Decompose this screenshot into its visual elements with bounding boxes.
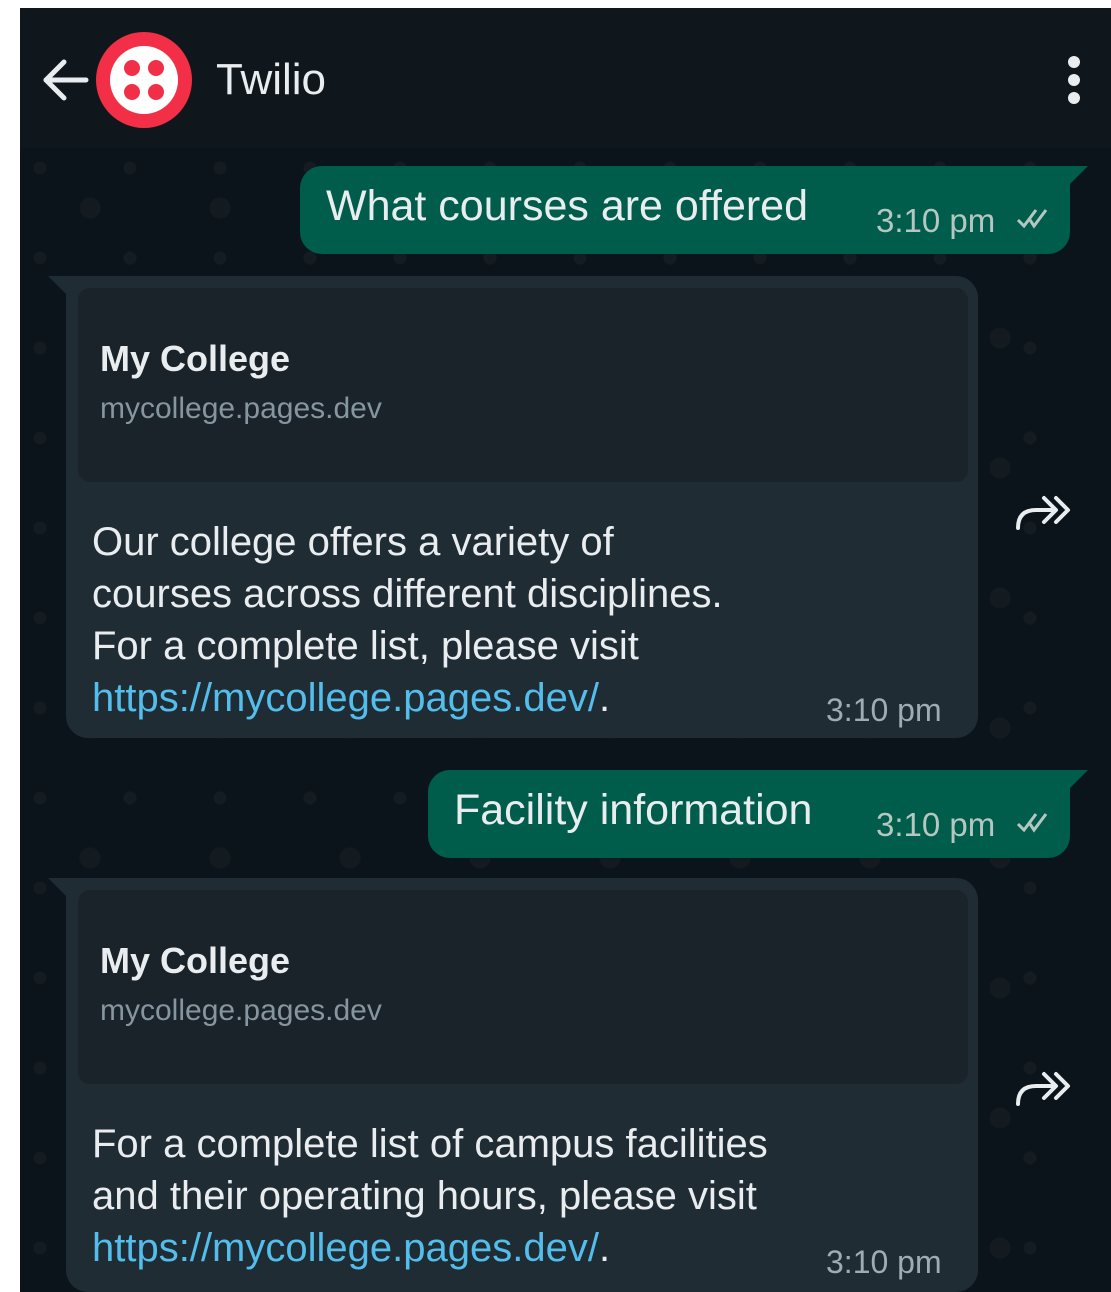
outgoing-message[interactable]: What courses are offered 3:10 pm	[300, 166, 1088, 254]
message-time: 3:10 pm	[876, 202, 996, 239]
back-button[interactable]	[40, 56, 92, 104]
read-receipt-icon	[1016, 813, 1048, 833]
message-text: Facility information	[454, 786, 813, 834]
message-time: 3:10 pm	[826, 1244, 942, 1280]
incoming-message[interactable]: My College mycollege.pages.dev For a com…	[48, 878, 978, 1292]
message-line: For a complete list of campus facilities	[92, 1122, 768, 1166]
forward-button[interactable]	[1012, 488, 1076, 536]
link-preview-domain: mycollege.pages.dev	[100, 392, 382, 425]
forward-button[interactable]	[1012, 1064, 1076, 1112]
link-preview-title: My College	[100, 940, 291, 981]
message-text: What courses are offered	[326, 182, 809, 230]
outgoing-message[interactable]: Facility information 3:10 pm	[428, 770, 1088, 858]
more-options-button[interactable]	[1054, 52, 1094, 108]
read-receipt-icon	[1016, 209, 1048, 229]
message-link[interactable]: https://mycollege.pages.dev/	[92, 1226, 599, 1270]
link-suffix: .	[598, 676, 611, 720]
message-line: and their operating hours, please visit	[92, 1174, 757, 1218]
forward-icon	[1016, 1072, 1070, 1106]
chat-header: Twilio	[20, 8, 1111, 148]
incoming-message[interactable]: My College mycollege.pages.dev Our colle…	[48, 276, 978, 738]
link-preview-title: My College	[100, 338, 291, 379]
message-line: For a complete list, please visit	[92, 624, 639, 668]
message-time: 3:10 pm	[826, 692, 942, 728]
contact-name[interactable]: Twilio	[216, 52, 326, 108]
message-line: Our college offers a variety of	[92, 520, 614, 564]
message-list[interactable]: What courses are offered 3:10 pm My Coll…	[20, 148, 1111, 1292]
twilio-logo-icon	[110, 46, 178, 114]
avatar[interactable]	[96, 32, 192, 128]
message-link[interactable]: https://mycollege.pages.dev/	[92, 676, 599, 720]
link-suffix: .	[598, 1226, 611, 1270]
link-preview[interactable]: My College mycollege.pages.dev	[78, 288, 968, 482]
arrow-left-icon	[43, 59, 89, 101]
chat-screen: Twilio What courses are offered 3:10 pm …	[20, 8, 1111, 1292]
forward-icon	[1016, 496, 1070, 530]
link-preview-domain: mycollege.pages.dev	[100, 994, 382, 1027]
message-line: courses across different disciplines.	[92, 572, 723, 616]
more-vertical-icon	[1068, 56, 1080, 68]
link-preview[interactable]: My College mycollege.pages.dev	[78, 890, 968, 1084]
message-time: 3:10 pm	[876, 806, 996, 843]
